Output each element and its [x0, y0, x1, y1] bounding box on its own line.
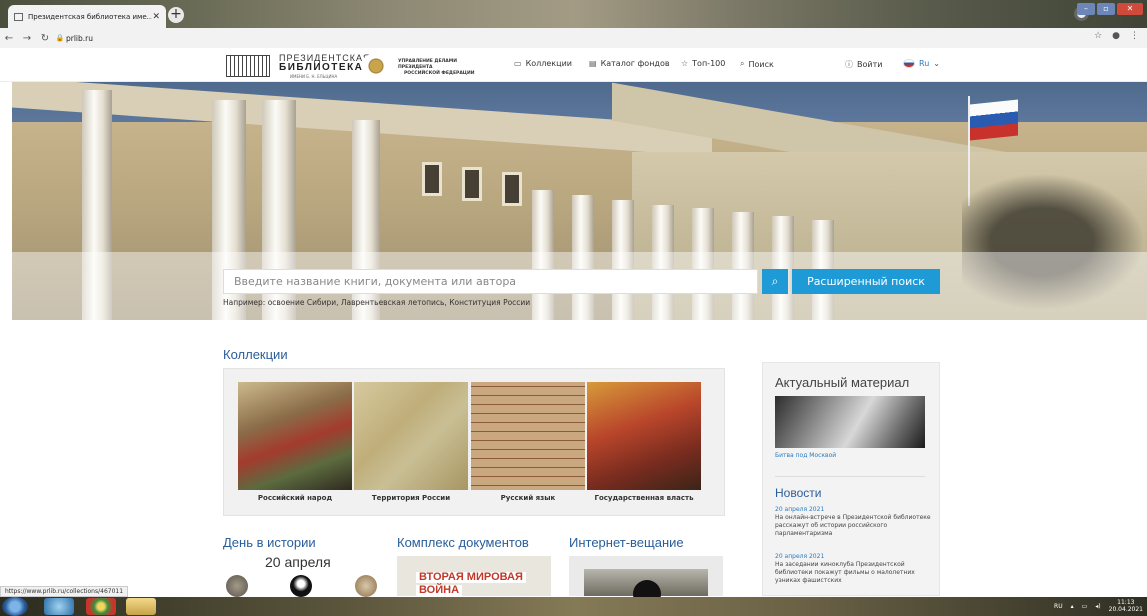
nav-search-label: Поиск [748, 59, 774, 69]
search-button[interactable]: ⌕ [762, 269, 788, 294]
nav-collections[interactable]: ▭ Коллекции [514, 59, 572, 68]
close-window-button[interactable]: ✕ [1117, 3, 1143, 15]
udp-line2: РОССИЙСКОЙ ФЕДЕРАЦИИ [404, 71, 475, 76]
search-icon: ⌕ [771, 274, 779, 288]
language-switcher[interactable]: Ru ⌄ [903, 59, 940, 68]
url-field[interactable]: prlib.ru [66, 34, 93, 43]
hero-window [422, 162, 442, 196]
nav-search[interactable]: ⌕ Поиск [740, 59, 774, 69]
close-tab-icon[interactable]: ✕ [152, 12, 160, 22]
browser-tab[interactable]: Президентская библиотека име... ✕ [8, 5, 166, 28]
reload-icon[interactable]: ↻ [36, 33, 54, 44]
udp-label: УПРАВЛЕНИЕ ДЕЛАМИ ПРЕЗИДЕНТА РОССИЙСКОЙ … [398, 59, 488, 77]
account-icon[interactable]: ● [1112, 31, 1120, 41]
documents-thumb-title-line2: ВОЙНА [416, 585, 463, 596]
explorer-taskbar-icon[interactable] [126, 598, 156, 615]
actual-material-image[interactable] [775, 396, 925, 448]
nav-catalog-label: Каталог фондов [600, 59, 670, 68]
volume-icon[interactable]: ◂) [1095, 603, 1100, 610]
forward-icon[interactable]: → [18, 33, 36, 44]
network-icon[interactable]: ▭ [1082, 603, 1088, 610]
library-favicon-icon [14, 12, 23, 21]
site-header: ПРЕЗИДЕНТСКАЯ БИБЛИОТЕКА ИМЕНИ Б. Н. ЕЛЬ… [0, 48, 1147, 82]
library-logo-icon[interactable] [226, 55, 270, 77]
history-person-avatar[interactable] [355, 575, 377, 597]
collection-image-language[interactable] [471, 382, 585, 490]
collection-label[interactable]: Территория России [354, 494, 468, 502]
login-link[interactable]: ⓘ Войти [845, 59, 882, 70]
search-input[interactable]: Введите название книги, документа или ав… [223, 269, 758, 294]
back-icon[interactable]: ← [0, 33, 18, 44]
nav-catalog[interactable]: ▤ Каталог фондов [589, 59, 670, 68]
catalog-icon: ▤ [589, 59, 597, 68]
documents-thumb-title-line1: ВТОРАЯ МИРОВАЯ [416, 572, 526, 583]
collection-label[interactable]: Российский народ [238, 494, 352, 502]
history-person-avatar[interactable] [290, 575, 312, 597]
collection-label[interactable]: Русский язык [471, 494, 585, 502]
status-bar-url: https://www.prlib.ru/collections/467011 [0, 586, 129, 597]
keyboard-language[interactable]: RU [1054, 603, 1063, 610]
nav-collections-label: Коллекции [525, 59, 572, 68]
chrome-taskbar-icon[interactable] [86, 598, 116, 615]
actual-material-caption[interactable]: Битва под Москвой [775, 452, 836, 459]
start-button[interactable] [2, 597, 28, 616]
network-app-icon[interactable] [44, 598, 74, 615]
collection-image-territory[interactable] [354, 382, 468, 490]
state-emblem-icon [362, 54, 390, 78]
windows-taskbar: RU ▴ ▭ ◂) 11:13 20.04.2021 [0, 597, 1147, 616]
hero-window [462, 167, 482, 201]
news-date: 20 апреля 2021 [775, 553, 825, 560]
history-person-avatar[interactable] [226, 575, 248, 597]
sidebar-divider [775, 476, 925, 477]
logo-text-line3: ИМЕНИ Б. Н. ЕЛЬЦИНА [290, 74, 338, 79]
search-example: Например: освоение Сибири, Лаврентьевска… [223, 298, 531, 307]
clock[interactable]: 11:13 20.04.2021 [1109, 599, 1143, 613]
nav-top100[interactable]: ☆ Топ-100 [681, 59, 725, 68]
news-heading[interactable]: Новости [775, 486, 821, 500]
window-controls: – ▫ ✕ [1077, 3, 1143, 15]
chevron-down-icon: ⌄ [933, 59, 940, 68]
news-item-text[interactable]: На заседании киноклуба Президентской биб… [775, 561, 935, 596]
clock-date: 20.04.2021 [1108, 606, 1143, 613]
russian-flag-image [970, 99, 1018, 141]
minimize-button[interactable]: – [1077, 3, 1095, 15]
collection-label[interactable]: Государственная власть [587, 494, 701, 502]
book-icon: ▭ [514, 59, 522, 68]
search-icon: ⌕ [740, 59, 745, 68]
user-icon: ⓘ [845, 60, 853, 69]
new-tab-button[interactable]: + [168, 7, 184, 23]
address-bar: ← → ↻ 🔒 prlib.ru ☆ ● ⋮ [0, 28, 1147, 48]
star-icon: ☆ [681, 59, 689, 68]
advanced-search-button[interactable]: Расширенный поиск [792, 269, 940, 294]
nav-top100-label: Топ-100 [692, 59, 726, 68]
news-item-text[interactable]: На онлайн-встрече в Президентской библио… [775, 514, 935, 538]
streaming-heading[interactable]: Интернет-вещание [569, 535, 684, 550]
russia-flag-icon [903, 59, 915, 68]
bookmark-star-icon[interactable]: ☆ [1094, 31, 1102, 41]
logo-text-line2[interactable]: БИБЛИОТЕКА [279, 62, 363, 73]
hero-window [502, 172, 522, 206]
menu-icon[interactable]: ⋮ [1130, 31, 1139, 41]
actual-material-heading: Актуальный материал [775, 375, 910, 390]
login-label: Войти [857, 60, 883, 69]
collections-heading[interactable]: Коллекции [223, 347, 288, 362]
lock-icon[interactable]: 🔒 [54, 34, 66, 42]
collection-image-people[interactable] [238, 382, 352, 490]
udp-line1: УПРАВЛЕНИЕ ДЕЛАМИ ПРЕЗИДЕНТА [398, 59, 457, 70]
tray-arrow-icon[interactable]: ▴ [1071, 603, 1074, 610]
day-in-history-heading[interactable]: День в истории [223, 535, 316, 550]
documents-heading[interactable]: Комплекс документов [397, 535, 529, 550]
system-tray: RU ▴ ▭ ◂) 11:13 20.04.2021 [1054, 599, 1143, 613]
collection-image-power[interactable] [587, 382, 701, 490]
news-date: 20 апреля 2021 [775, 506, 825, 513]
browser-tabbar: Президентская библиотека име... ✕ + – ▫ … [0, 0, 1147, 28]
language-label: Ru [919, 59, 930, 68]
maximize-button[interactable]: ▫ [1097, 3, 1115, 15]
tab-title: Президентская библиотека име... [28, 12, 153, 21]
clock-time: 11:13 [1117, 599, 1135, 606]
day-in-history-date: 20 апреля [265, 554, 331, 570]
